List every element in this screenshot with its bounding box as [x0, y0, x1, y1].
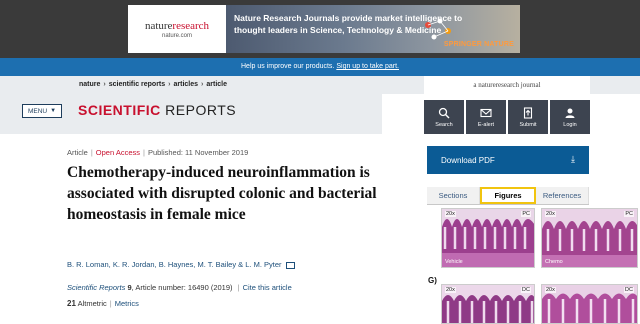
region-label: DC: [521, 287, 531, 293]
altmetric-link[interactable]: Altmetric: [78, 299, 107, 308]
article-type: Article: [67, 148, 88, 157]
tab-figures[interactable]: Figures: [480, 187, 536, 204]
brand-site: nature.com: [161, 32, 192, 39]
envelope-icon: [480, 108, 492, 117]
breadcrumb: nature › scientific reports › articles › artic…: [79, 81, 228, 88]
figure-thumbnail-chemo-pc[interactable]: 20x PC Chemo: [541, 208, 638, 268]
author-list: B. R. Loman, K. R. Jordan, B. Haynes, M.…: [67, 260, 295, 269]
breadcrumb-bar: nature › scientific reports › articles › artic…: [0, 76, 640, 94]
magnification-label: 20x: [545, 287, 556, 293]
metrics-link[interactable]: Metrics: [115, 299, 139, 308]
nature-research-logo: natureresearch nature.com: [128, 5, 226, 53]
chevron-down-icon: ▼: [50, 108, 57, 114]
altmetric-count: 21: [67, 299, 76, 308]
article-title: Chemotherapy-induced neuroinflammation i…: [67, 164, 377, 223]
download-icon: ⤓: [571, 154, 575, 164]
figure-thumbnail-chemo-dc[interactable]: 20x DC: [541, 284, 638, 324]
brand-main: nature: [144, 19, 173, 32]
magnification-label: 20x: [445, 211, 456, 217]
search-icon: [438, 107, 450, 118]
ad-body: Nature Research Journals provide market …: [226, 5, 520, 53]
journal-title-rest: REPORTS: [165, 102, 237, 118]
login-button[interactable]: Login: [550, 100, 590, 134]
breadcrumb-articles[interactable]: articles: [174, 81, 199, 88]
brand-sub: research: [172, 19, 210, 32]
figure-thumbnail-vehicle-dc[interactable]: 20x DC: [441, 284, 535, 324]
user-icon: [565, 108, 575, 118]
region-label: PC: [624, 211, 634, 217]
toolbar: Search E-alert Submit Login: [424, 100, 590, 134]
login-label: Login: [563, 121, 577, 128]
menu-label: MENU: [27, 107, 48, 115]
email-alert-label: E-alert: [477, 121, 495, 128]
upload-document-icon: [523, 106, 533, 119]
region-label: PC: [521, 211, 531, 217]
magnification-label: 20x: [445, 287, 456, 293]
ad-banner[interactable]: natureresearch nature.com Nature Researc…: [128, 5, 520, 53]
magnification-label: 20x: [545, 211, 556, 217]
journal-title[interactable]: SCIENTIFIC REPORTS: [78, 102, 236, 118]
journal-name[interactable]: Scientific Reports: [67, 283, 125, 292]
breadcrumb-article: article: [206, 81, 228, 88]
menu-button[interactable]: MENU ▼: [22, 104, 62, 118]
group-label: Vehicle: [445, 259, 463, 265]
article-meta: Article | Open Access | Published: 11 Novemb…: [67, 148, 249, 157]
region-label: DC: [624, 287, 634, 293]
group-label: Chemo: [545, 259, 563, 265]
search-button[interactable]: Search: [424, 100, 464, 134]
tab-references[interactable]: References: [536, 187, 589, 204]
citation-line: Scientific Reports 9, Article number: 16…: [67, 283, 292, 292]
figures-panel: 20x PC Vehicle 20x PC Chemo G) 20x DC 20…: [427, 206, 640, 324]
springer-nature-logo: SPRINGER NATURE: [443, 41, 514, 48]
journal-title-bold: SCIENTIFIC: [78, 102, 161, 118]
publish-date: Published: 11 November 2019: [147, 148, 249, 157]
journal-tag: a natureresearch journal: [424, 76, 590, 94]
ad-banner-strip: natureresearch nature.com Nature Researc…: [0, 0, 640, 58]
breadcrumb-scientific-reports[interactable]: scientific reports: [109, 81, 165, 88]
submit-label: Submit: [519, 121, 537, 128]
tab-sections[interactable]: Sections: [427, 187, 480, 204]
open-access-badge: Open Access: [95, 148, 140, 157]
email-alert-button[interactable]: E-alert: [466, 100, 506, 134]
envelope-icon[interactable]: [285, 261, 295, 269]
survey-signup-link[interactable]: Sign up to take part.: [336, 63, 399, 70]
search-label: Search: [435, 121, 453, 128]
article-nav-tabs: Sections Figures References: [427, 187, 589, 205]
download-pdf-button[interactable]: Download PDF ⤓: [427, 146, 589, 174]
metrics-line: 21 Altmetric | Metrics: [67, 299, 139, 308]
cite-this-article-link[interactable]: Cite this article: [243, 283, 292, 292]
submit-button[interactable]: Submit: [508, 100, 548, 134]
breadcrumb-nature[interactable]: nature: [79, 81, 100, 88]
authors-text[interactable]: B. R. Loman, K. R. Jordan, B. Haynes, M.…: [67, 260, 282, 269]
survey-bar: Help us improve our products. Sign up to…: [0, 58, 640, 76]
figure-panel-label: G): [428, 276, 437, 285]
article-number: , Article number: 16490 (2019): [131, 283, 233, 292]
figure-thumbnail-vehicle-pc[interactable]: 20x PC Vehicle: [441, 208, 535, 268]
survey-text: Help us improve our products.: [241, 63, 335, 70]
download-pdf-label: Download PDF: [441, 155, 495, 165]
